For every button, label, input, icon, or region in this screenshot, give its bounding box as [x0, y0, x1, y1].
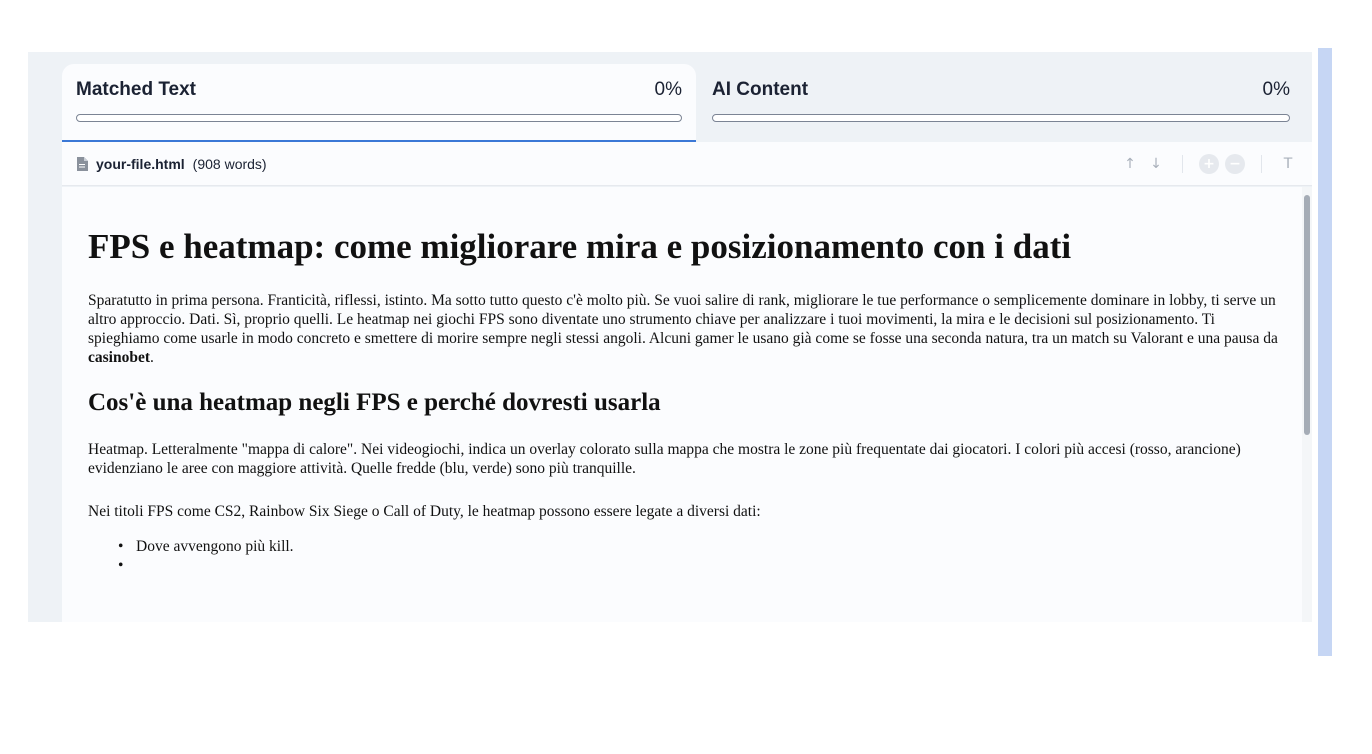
zoom-in-icon[interactable]: +: [1199, 154, 1219, 174]
tab-matched-text-label: Matched Text: [76, 79, 197, 100]
list-item: [112, 556, 1288, 575]
casinobet-link-text: casinobet: [88, 349, 150, 366]
tab-matched-text-percent: 0%: [654, 79, 682, 100]
arrow-down-icon[interactable]: ↓: [1146, 154, 1166, 174]
tab-matched-text[interactable]: Matched Text 0%: [62, 64, 696, 142]
toolbar-divider: [1182, 155, 1183, 173]
scrollbar-thumb[interactable]: [1304, 195, 1310, 435]
file-name: your-file.html: [96, 155, 185, 172]
word-count: (908 words): [192, 155, 267, 172]
document-viewer[interactable]: FPS e heatmap: come migliorare mira e po…: [62, 187, 1312, 622]
toolbar-actions: ↑ ↓ + − T: [1120, 142, 1298, 186]
scrollbar[interactable]: [1302, 187, 1312, 622]
matched-text-progress-bar: [76, 114, 682, 122]
toolbar-divider: [1261, 155, 1262, 173]
list-item: Dove avvengono più kill.: [112, 537, 1288, 556]
heatmap-paragraph: Heatmap. Letteralmente "mappa di calore"…: [88, 441, 1241, 477]
tab-ai-content-percent: 0%: [1262, 79, 1290, 100]
document-heading: FPS e heatmap: come migliorare mira e po…: [88, 227, 1072, 266]
data-list: Dove avvengono più kill.: [112, 537, 1288, 575]
intro-paragraph: Sparatutto in prima persona. Franticità,…: [88, 292, 1278, 366]
document-body: FPS e heatmap: come migliorare mira e po…: [88, 187, 1288, 575]
zoom-out-icon[interactable]: −: [1225, 154, 1245, 174]
side-scroll-strip[interactable]: [1318, 48, 1332, 656]
ai-content-progress-bar: [712, 114, 1290, 122]
tab-ai-content-label: AI Content: [712, 79, 809, 100]
titles-paragraph: Nei titoli FPS come CS2, Rainbow Six Sie…: [88, 503, 761, 520]
file-icon: [77, 156, 88, 171]
report-panel: Matched Text 0% AI Content 0% your-file.…: [28, 52, 1312, 622]
text-format-icon[interactable]: T: [1278, 154, 1298, 174]
tab-ai-content[interactable]: AI Content 0%: [698, 64, 1304, 142]
arrow-up-icon[interactable]: ↑: [1120, 154, 1140, 174]
section-heading: Cos'è una heatmap negli FPS e perché dov…: [88, 389, 661, 416]
document-toolbar: your-file.html (908 words) ↑ ↓ + − T: [62, 142, 1312, 186]
